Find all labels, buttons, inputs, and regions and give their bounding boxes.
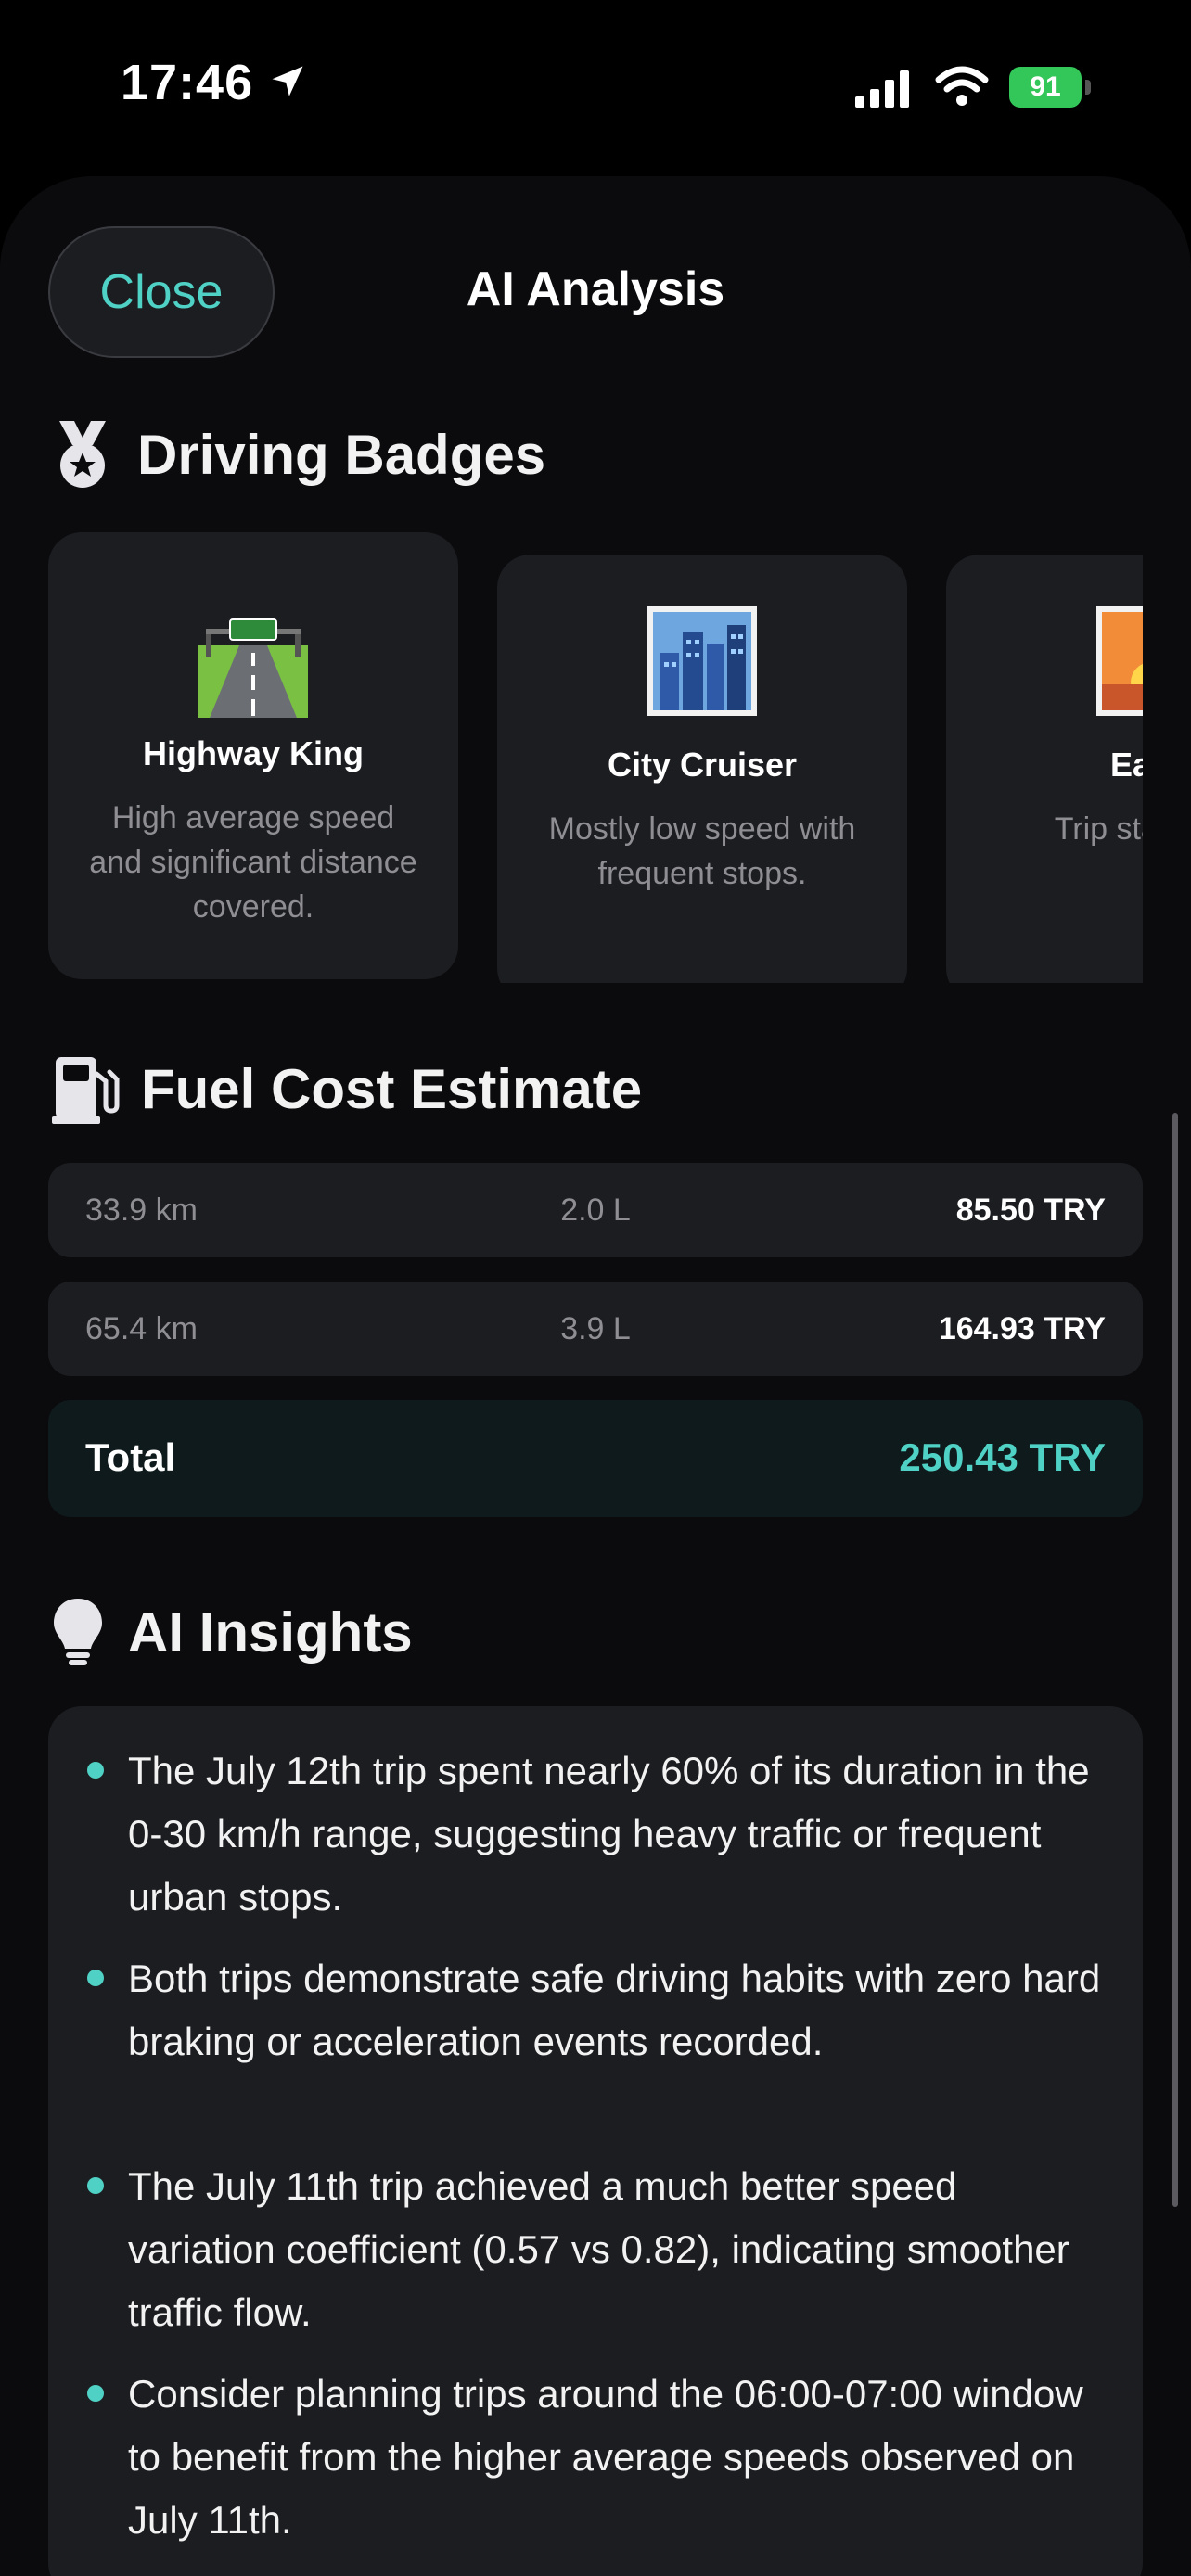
badge-card-early[interactable]: Early Trip start 7:00	[946, 555, 1143, 983]
insight-bullet	[87, 1762, 104, 1779]
insights-heading: AI Insights	[48, 1595, 413, 1669]
fuel-total-value: 250.43 TRY	[899, 1435, 1106, 1479]
location-arrow-icon	[272, 66, 303, 96]
fuel-row: 33.9 km 2.0 L 85.50 TRY	[48, 1163, 1143, 1257]
badge-description: High average speed and significant dista…	[89, 800, 417, 925]
medal-icon	[59, 421, 106, 488]
badges-heading: Driving Badges	[48, 417, 545, 491]
battery-indicator: 91	[1009, 67, 1093, 108]
insight-item: Both trips demonstrate safe driving habi…	[128, 1957, 1101, 2063]
fuel-heading-text: Fuel Cost Estimate	[141, 1057, 643, 1120]
badges-carousel[interactable]: Highway King High average speed and sign…	[48, 529, 1143, 983]
badge-card-city-cruiser[interactable]: City Cruiser Mostly low speed with frequ…	[497, 555, 907, 983]
wifi-icon	[935, 66, 989, 106]
sheet-title: AI Analysis	[0, 261, 1191, 317]
insights-heading-text: AI Insights	[128, 1600, 413, 1664]
fuel-total-row: Total 250.43 TRY	[48, 1400, 1143, 1517]
badge-description: Trip start 7:00	[1054, 811, 1143, 847]
cityscape-icon	[647, 606, 757, 716]
badge-card-highway-king[interactable]: Highway King High average speed and sign…	[48, 532, 458, 979]
insight-bullet	[87, 2385, 104, 2402]
fuel-cost: 85.50 TRY	[955, 1192, 1106, 1228]
status-time: 17:46	[121, 55, 254, 110]
badge-description: Mostly low speed with frequent stops.	[548, 811, 856, 891]
insight-item: Consider planning trips around the 06:00…	[128, 2372, 1083, 2542]
status-bar: 17:46 91	[0, 0, 1191, 176]
fuel-cost: 164.93 TRY	[938, 1311, 1106, 1346]
badges-heading-text: Driving Badges	[137, 423, 546, 486]
insight-item: The July 12th trip spent nearly 60% of i…	[128, 1749, 1090, 1919]
lightbulb-icon	[54, 1599, 102, 1665]
badge-title: City Cruiser	[607, 746, 798, 784]
fuel-total-label: Total	[85, 1435, 176, 1479]
fuel-row: 65.4 km 3.9 L 164.93 TRY	[48, 1282, 1143, 1376]
fuel-pump-icon	[52, 1057, 120, 1124]
fuel-heading: Fuel Cost Estimate	[52, 1052, 642, 1126]
sunrise-icon	[1096, 606, 1143, 716]
insight-bullet	[87, 1970, 104, 1986]
badge-title: Highway King	[142, 734, 364, 772]
motorway-icon	[198, 618, 308, 718]
battery-tip	[1085, 80, 1091, 95]
insight-item: The July 11th trip achieved a much bette…	[128, 2164, 1069, 2334]
cellular-signal-icon	[855, 70, 909, 108]
insight-bullet	[87, 2177, 104, 2194]
sheet-title-text: AI Analysis	[466, 262, 725, 316]
battery-level: 91	[1009, 67, 1082, 108]
badge-title: Early	[1109, 746, 1143, 784]
scrollbar[interactable]	[1172, 1113, 1178, 2207]
